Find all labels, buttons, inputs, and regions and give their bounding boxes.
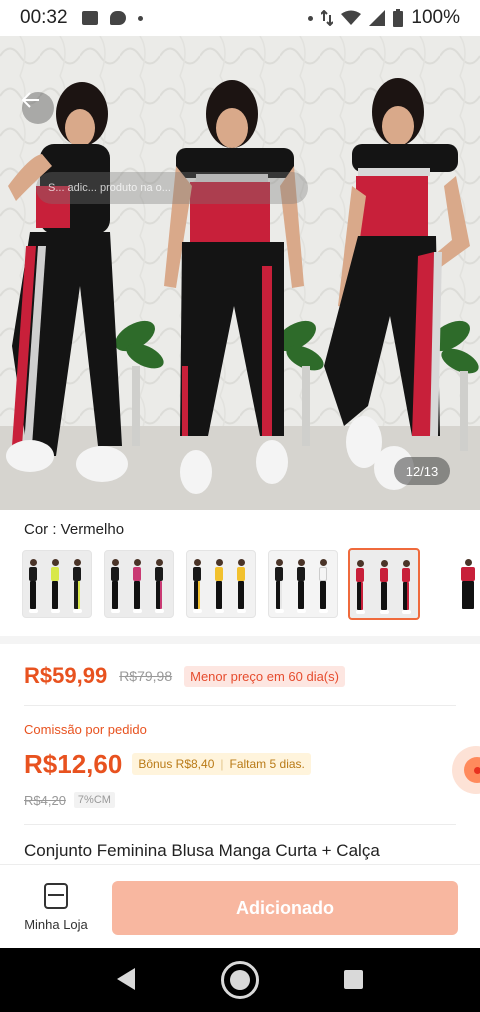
variant-thumbnail[interactable] [438, 550, 480, 618]
notification-icons [81, 11, 143, 25]
variant-thumbnail-selected[interactable] [348, 548, 420, 620]
add-button[interactable]: Adicionado [112, 881, 458, 935]
system-icons: 100% [308, 7, 460, 29]
section-divider [0, 636, 480, 644]
dot-icon [308, 15, 314, 21]
image-counter: 12/13 [394, 457, 450, 485]
current-price: R$59,99 [24, 663, 108, 688]
commission-rate: 7%CM [73, 792, 115, 808]
signal-icon [369, 10, 386, 26]
chat-bubble-icon [109, 11, 126, 25]
dot-icon [137, 15, 143, 21]
product-image-gallery[interactable]: S... adic... produto na o... 12/13 [0, 36, 480, 510]
floating-assistant-button[interactable] [452, 746, 480, 794]
my-store-label: Minha Loja [24, 917, 88, 932]
variant-thumbnail[interactable] [104, 550, 174, 618]
price-row: R$59,99 R$79,98 Menor preço em 60 dia(s) [24, 656, 345, 696]
battery-percent: 100% [411, 7, 460, 28]
separator: | [220, 757, 224, 771]
back-button[interactable] [22, 92, 54, 124]
data-arrows-icon [321, 10, 334, 26]
commission-sub-row: R$4,20 7%CM [24, 789, 115, 811]
divider [24, 824, 456, 825]
nav-back-icon[interactable] [117, 968, 135, 990]
nav-recents-icon[interactable] [344, 970, 363, 989]
product-title: Conjunto Feminina Blusa Manga Curta + Ca… [24, 841, 380, 860]
variant-thumbnail-strip[interactable] [0, 546, 480, 624]
commission-row: R$12,60 Bônus R$8,40 | Faltam 5 dias. [24, 746, 311, 782]
original-price: R$79,98 [119, 668, 173, 684]
my-store-button[interactable]: Minha Loja [14, 879, 98, 939]
variant-thumbnail[interactable] [186, 550, 256, 618]
variant-thumbnail[interactable] [22, 550, 92, 618]
system-navigation-bar [0, 948, 480, 1012]
status-bar: 00:32 100% [0, 0, 480, 36]
image-icon [81, 11, 98, 25]
wifi-icon [341, 10, 362, 25]
commission-value: R$12,60 [24, 748, 123, 779]
variant-label: Cor : Vermelho [24, 521, 125, 538]
product-photo [0, 36, 480, 510]
clock: 00:32 [20, 7, 68, 28]
bottom-action-bar: Minha Loja Adicionado [0, 864, 480, 948]
original-commission: R$4,20 [24, 792, 66, 808]
commission-label: Comissão por pedido [24, 722, 147, 737]
bonus-amount: Bônus R$8,40 [138, 757, 215, 771]
divider [24, 705, 456, 706]
lowest-price-badge: Menor preço em 60 dia(s) [184, 665, 345, 687]
days-left: Faltam 5 dias. [229, 757, 305, 771]
bonus-badge: Bônus R$8,40 | Faltam 5 dias. [132, 753, 311, 775]
store-icon [44, 883, 68, 909]
nav-home-icon[interactable] [221, 961, 259, 999]
variant-thumbnail[interactable] [268, 550, 338, 618]
arrow-left-icon [22, 92, 39, 108]
share-toast: S... adic... produto na o... [36, 172, 308, 204]
battery-icon [393, 9, 404, 27]
record-icon [464, 757, 480, 783]
